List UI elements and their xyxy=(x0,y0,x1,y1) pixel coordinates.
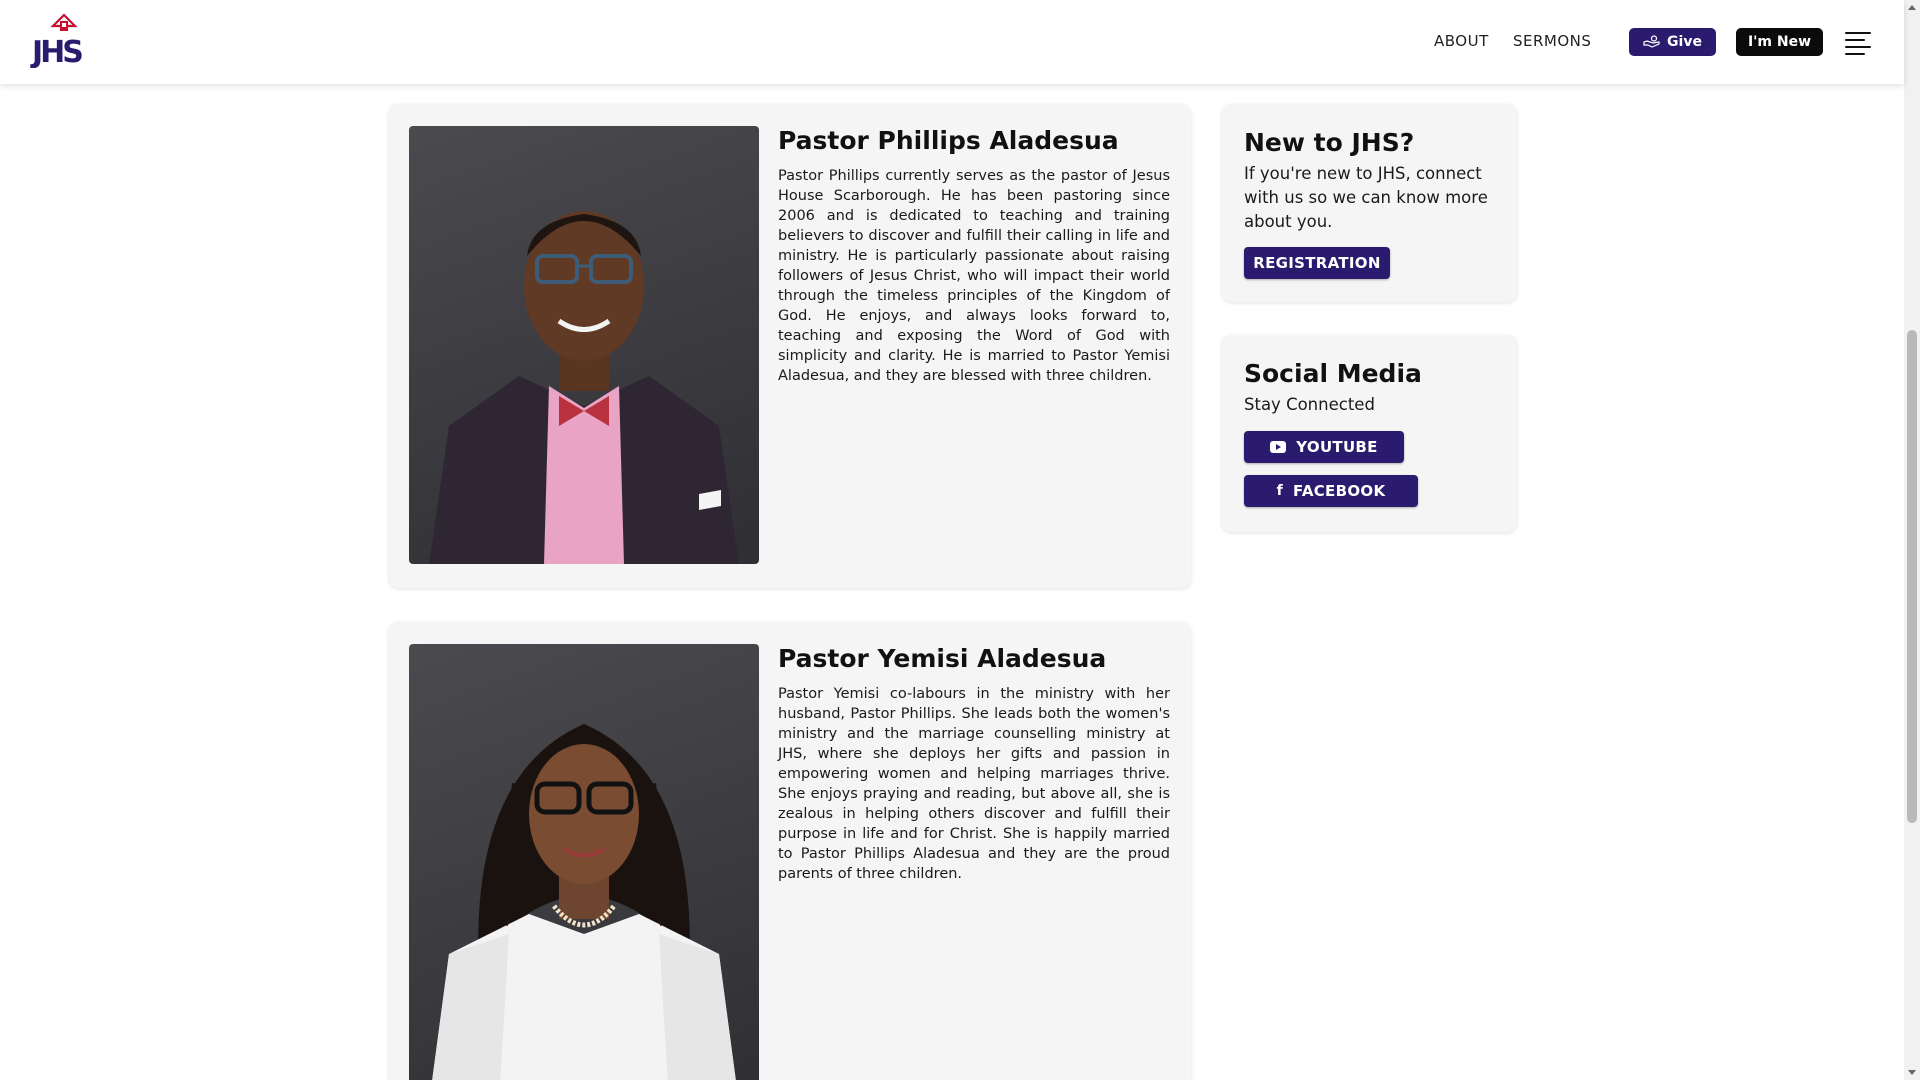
youtube-icon xyxy=(1270,441,1287,453)
give-hand-icon xyxy=(1643,35,1660,48)
facebook-icon: f xyxy=(1276,483,1284,499)
pastor-bio: Pastor Yemisi co-labours in the ministry… xyxy=(778,686,1170,882)
facebook-label: FACEBOOK xyxy=(1293,482,1386,500)
pastor-name: Pastor Yemisi Aladesua xyxy=(778,644,1107,673)
pastor-bio: Pastor Phillips currently serves as the … xyxy=(778,168,1170,384)
hamburger-menu-icon[interactable] xyxy=(1845,32,1871,55)
give-label: Give xyxy=(1667,34,1702,50)
site-header: JHS ABOUT SERMONS Give I'm New xyxy=(0,0,1904,84)
new-to-jhs-title: New to JHS? xyxy=(1244,128,1415,157)
youtube-label: YOUTUBE xyxy=(1296,438,1378,456)
scroll-down-arrow-icon[interactable] xyxy=(1908,1070,1916,1075)
scroll-up-arrow-icon[interactable] xyxy=(1908,5,1916,10)
im-new-button[interactable]: I'm New xyxy=(1736,28,1823,56)
nav-sermons-link[interactable]: SERMONS xyxy=(1513,32,1591,50)
pastor-photo xyxy=(409,644,759,1080)
pastor-photo xyxy=(409,126,759,564)
give-button[interactable]: Give xyxy=(1629,28,1716,56)
pastor-card: Pastor Yemisi Aladesua Pastor Yemisi co-… xyxy=(389,622,1191,1080)
jhs-logo[interactable]: JHS xyxy=(30,12,100,68)
page: JHS ABOUT SERMONS Give I'm New Pastor Ph… xyxy=(0,0,1920,1080)
social-media-card: Social Media Stay Connected YOUTUBE f FA… xyxy=(1222,335,1517,532)
page-scrollbar[interactable] xyxy=(1904,0,1920,1080)
registration-button[interactable]: REGISTRATION xyxy=(1244,247,1390,279)
svg-text:JHS: JHS xyxy=(30,35,82,68)
pastor-card: Pastor Phillips Aladesua Pastor Phillips… xyxy=(389,104,1191,588)
youtube-button[interactable]: YOUTUBE xyxy=(1244,431,1404,463)
social-media-text: Stay Connected xyxy=(1244,395,1375,414)
social-media-title: Social Media xyxy=(1244,359,1422,388)
nav-about-link[interactable]: ABOUT xyxy=(1434,32,1489,50)
new-to-jhs-text: If you're new to JHS, connect with us so… xyxy=(1244,164,1488,231)
scrollbar-thumb[interactable] xyxy=(1907,330,1917,823)
facebook-button[interactable]: f FACEBOOK xyxy=(1244,475,1418,507)
pastor-name: Pastor Phillips Aladesua xyxy=(778,126,1119,155)
new-to-jhs-card: New to JHS? If you're new to JHS, connec… xyxy=(1222,104,1517,302)
